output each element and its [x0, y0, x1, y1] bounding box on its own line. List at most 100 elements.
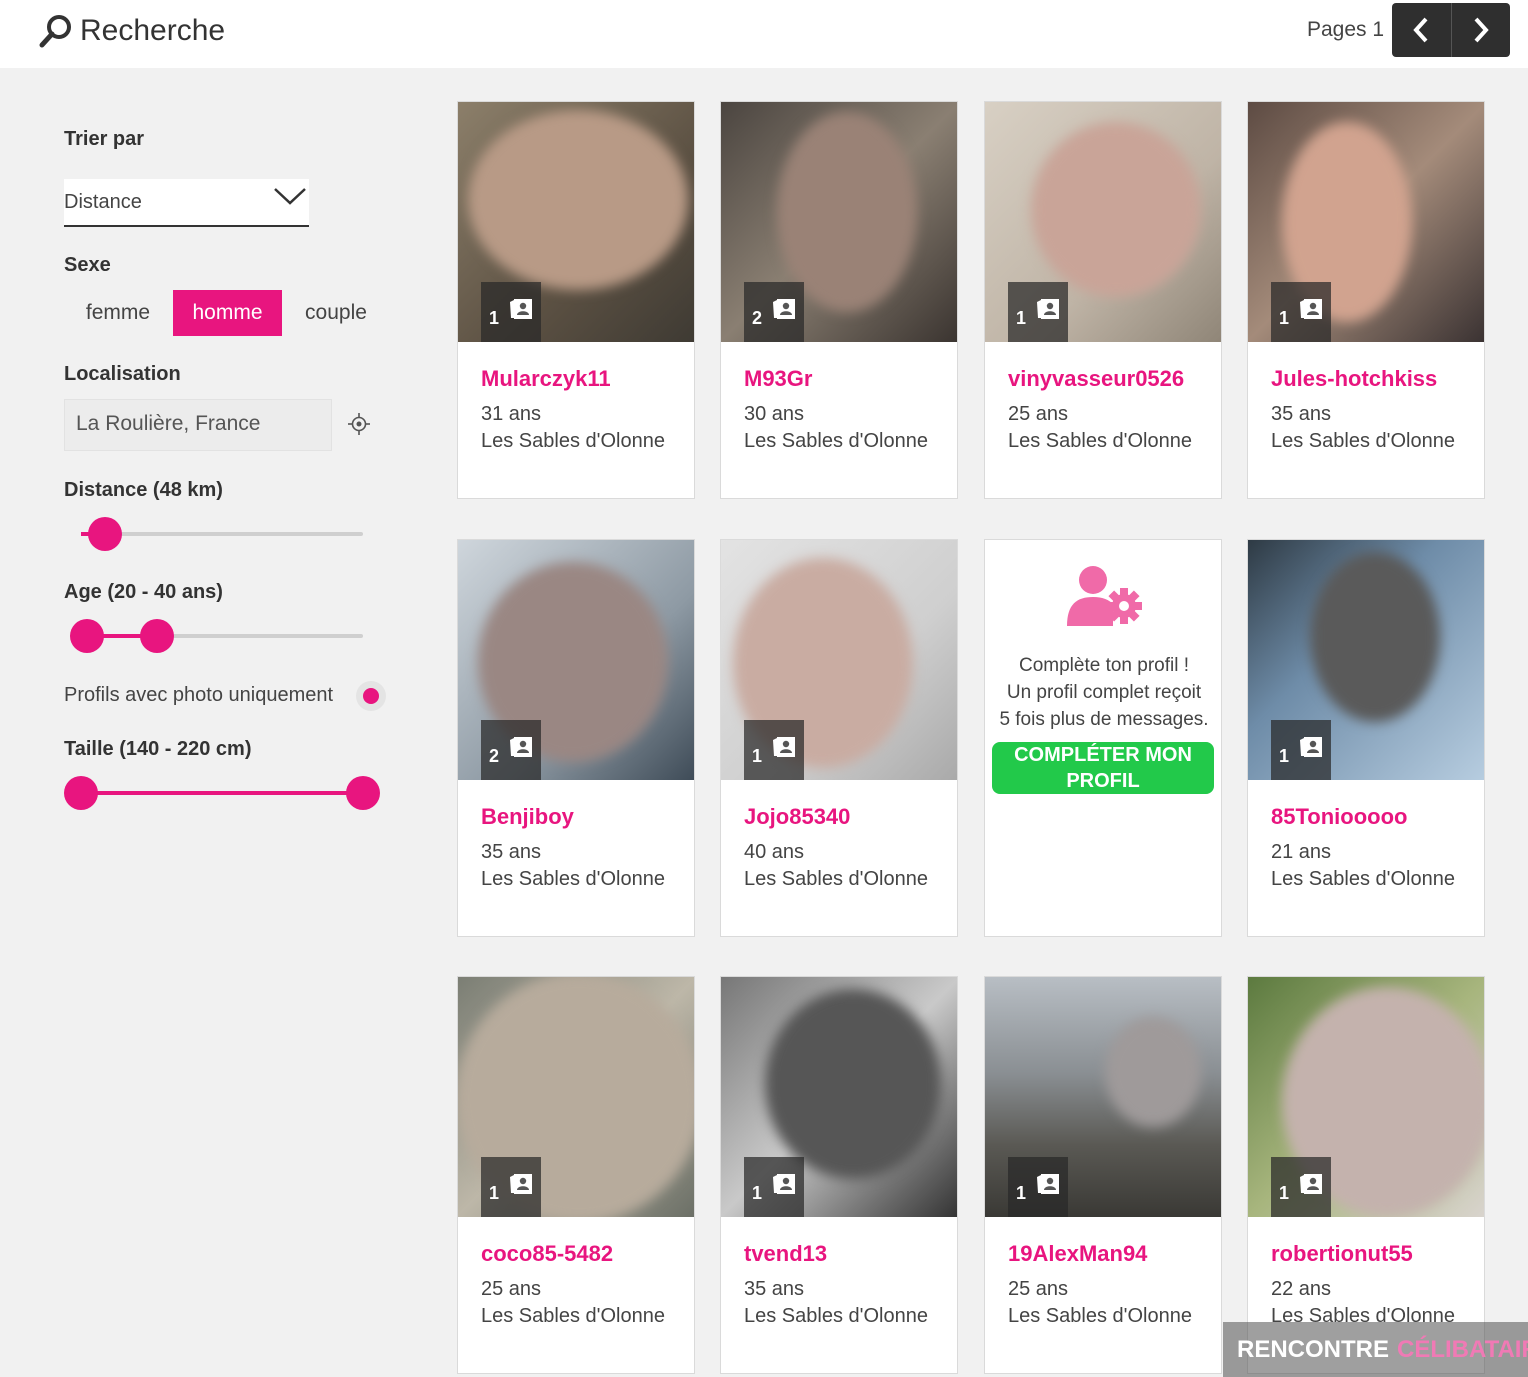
profile-card[interactable]: 1 19AlexMan94 25 ans Les Sables d'Olonne: [984, 976, 1222, 1374]
profile-card[interactable]: 2 M93Gr 30 ans Les Sables d'Olonne: [720, 101, 958, 499]
distance-label: Distance (48 km): [64, 479, 223, 501]
profile-name[interactable]: 19AlexMan94: [1008, 1241, 1147, 1267]
blurred-face: [468, 110, 688, 290]
location-input[interactable]: La Roulière, France: [64, 399, 332, 451]
chevron-right-icon: [1474, 17, 1489, 43]
photo-count: 1: [1279, 1183, 1290, 1203]
next-page-button[interactable]: [1452, 3, 1511, 57]
profile-card[interactable]: 1 vinyvasseur0526 25 ans Les Sables d'Olonn…: [984, 101, 1222, 499]
profile-card[interactable]: 1 coco85-5482 25 ans Les Sables d'Olonne: [457, 976, 695, 1374]
profile-name[interactable]: vinyvasseur0526: [1008, 366, 1184, 392]
profile-card[interactable]: 1 85Toniooooo 21 ans Les Sables d'Olonne: [1247, 539, 1485, 937]
profile-photo[interactable]: 1: [721, 977, 957, 1217]
profile-name[interactable]: Benjiboy: [481, 804, 574, 830]
profile-photo[interactable]: 1: [985, 977, 1221, 1217]
blurred-face: [765, 989, 941, 1179]
locate-me-icon[interactable]: [348, 413, 370, 435]
profile-age: 25 ans: [481, 1278, 542, 1300]
profile-card[interactable]: 1 Jules-hotchkiss 35 ans Les Sables d'Olonn…: [1247, 101, 1485, 499]
profile-city: Les Sables d'Olonne: [744, 430, 928, 452]
sex-option-couple[interactable]: couple: [286, 290, 386, 336]
location-label: Localisation: [64, 363, 181, 385]
profile-age: 30 ans: [744, 403, 805, 425]
pager: [1392, 3, 1510, 57]
profile-name[interactable]: M93Gr: [744, 366, 812, 392]
photo-stack-icon: [510, 737, 532, 757]
profile-photo[interactable]: 2: [721, 102, 957, 342]
photo-only-label: Profils avec photo uniquement: [64, 684, 334, 706]
profile-photo[interactable]: 1: [721, 540, 957, 780]
profile-city: Les Sables d'Olonne: [744, 1305, 928, 1327]
sort-label: Trier par: [64, 128, 145, 150]
sex-option-homme[interactable]: homme: [173, 290, 282, 336]
profile-name[interactable]: Mularczyk11: [481, 366, 611, 392]
height-slider-max-handle[interactable]: [346, 776, 380, 810]
profile-name[interactable]: Jojo85340: [744, 804, 850, 830]
photo-count: 1: [1279, 308, 1290, 328]
pages-label: Pages 1: [1307, 18, 1385, 41]
profile-photo[interactable]: 1: [985, 102, 1221, 342]
profile-photo[interactable]: 1: [1248, 977, 1484, 1217]
sex-option-femme[interactable]: femme: [68, 290, 168, 336]
photo-stack-icon: [773, 1174, 795, 1194]
age-label: Age (20 - 40 ans): [64, 581, 223, 603]
watermark-text-1: RENCONTRE: [1237, 1335, 1390, 1363]
profile-age: 35 ans: [744, 1278, 805, 1300]
photo-stack-icon: [1037, 299, 1059, 319]
profile-age: 22 ans: [1271, 1278, 1332, 1300]
age-slider-max-handle[interactable]: [140, 619, 174, 653]
top-bar: Recherche Pages 1: [0, 0, 1528, 68]
profile-city: Les Sables d'Olonne: [1271, 430, 1455, 452]
photo-count-badge: 1: [1008, 282, 1068, 342]
complete-profile-button[interactable]: COMPLÉTER MON PROFIL: [992, 742, 1214, 794]
user-settings-icon: [1067, 566, 1142, 626]
profile-card[interactable]: 1 robertionut55 22 ans Les Sables d'Olonne: [1247, 976, 1485, 1374]
age-slider-min-handle[interactable]: [70, 619, 104, 653]
promo-text: Complète ton profil ! Un profil complet …: [985, 652, 1223, 733]
photo-count-badge: 1: [481, 1157, 541, 1217]
photo-count-badge: 2: [481, 720, 541, 780]
profile-card[interactable]: 1 Jojo85340 40 ans Les Sables d'Olonne: [720, 539, 958, 937]
profile-city: Les Sables d'Olonne: [1008, 430, 1192, 452]
profile-photo[interactable]: 1: [1248, 540, 1484, 780]
height-slider-fill[interactable]: [81, 791, 363, 795]
profile-photo[interactable]: 1: [458, 977, 694, 1217]
watermark-logo: RENCONTRE CÉLIBATAIRE: [1223, 1322, 1528, 1377]
profile-city: Les Sables d'Olonne: [1008, 1305, 1192, 1327]
photo-stack-icon: [773, 737, 795, 757]
profile-photo[interactable]: 1: [1248, 102, 1484, 342]
profile-age: 31 ans: [481, 403, 542, 425]
distance-slider-handle[interactable]: [88, 517, 122, 551]
profile-city: Les Sables d'Olonne: [481, 430, 665, 452]
height-slider-min-handle[interactable]: [64, 776, 98, 810]
profile-city: Les Sables d'Olonne: [481, 1305, 665, 1327]
profile-card[interactable]: 1 Mularczyk11 31 ans Les Sables d'Olonne: [457, 101, 695, 499]
photo-count-badge: 1: [744, 1157, 804, 1217]
page-title: Recherche: [80, 14, 226, 47]
profile-name[interactable]: Jules-hotchkiss: [1271, 366, 1437, 392]
profile-name[interactable]: 85Toniooooo: [1271, 804, 1407, 830]
distance-slider-track[interactable]: [81, 532, 363, 536]
previous-page-button[interactable]: [1392, 3, 1452, 57]
profile-name[interactable]: robertionut55: [1271, 1241, 1413, 1267]
profile-card[interactable]: 2 Benjiboy 35 ans Les Sables d'Olonne: [457, 539, 695, 937]
chevron-down-icon: [274, 188, 306, 205]
sort-value: Distance: [64, 191, 142, 213]
photo-count-badge: 1: [1271, 720, 1331, 780]
photo-count-badge: 1: [1271, 1157, 1331, 1217]
sort-select[interactable]: Distance: [64, 179, 309, 227]
search-icon: [39, 15, 71, 48]
photo-only-toggle[interactable]: [356, 681, 386, 711]
photo-count-badge: 2: [744, 282, 804, 342]
sex-label: Sexe: [64, 254, 111, 276]
profile-card[interactable]: 1 tvend13 35 ans Les Sables d'Olonne: [720, 976, 958, 1374]
profile-photo[interactable]: 2: [458, 540, 694, 780]
profile-city: Les Sables d'Olonne: [744, 868, 928, 890]
blurred-face: [1105, 1017, 1201, 1127]
profile-age: 35 ans: [481, 841, 542, 863]
profile-name[interactable]: tvend13: [744, 1241, 827, 1267]
photo-count: 1: [1016, 1183, 1027, 1203]
profile-photo[interactable]: 1: [458, 102, 694, 342]
photo-count-badge: 1: [1271, 282, 1331, 342]
profile-name[interactable]: coco85-5482: [481, 1241, 613, 1267]
